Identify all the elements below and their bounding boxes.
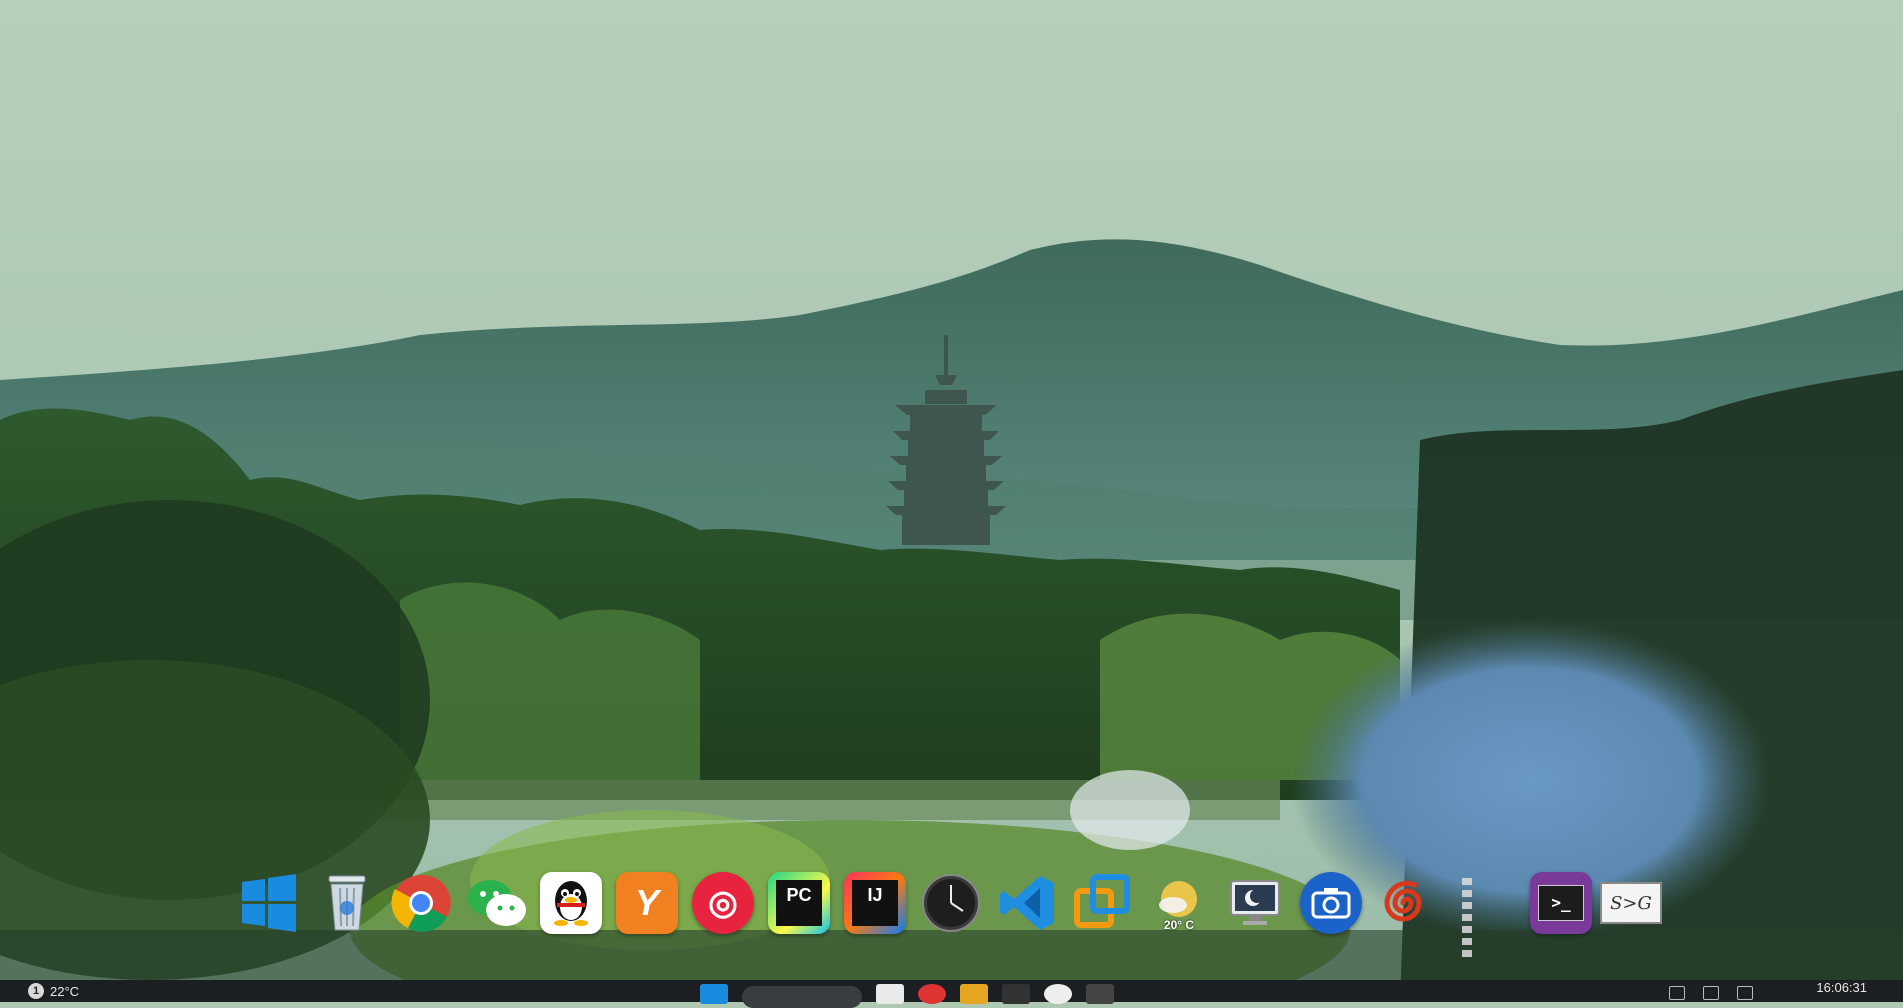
taskbar-active-app-icon[interactable] bbox=[1086, 984, 1114, 1004]
windows-logo-icon bbox=[242, 874, 296, 932]
dock-item-chrome[interactable] bbox=[390, 872, 452, 934]
tray-volume-icon[interactable] bbox=[1737, 986, 1753, 1000]
dock-item-recycle-bin[interactable] bbox=[316, 872, 378, 934]
tray-display-icon[interactable] bbox=[1669, 986, 1685, 1000]
chrome-icon bbox=[391, 874, 451, 932]
dock-item-app-y[interactable]: Y bbox=[616, 872, 678, 934]
taskbar-app-dark-icon[interactable] bbox=[1002, 984, 1030, 1004]
taskbar-start-icon[interactable] bbox=[700, 984, 728, 1004]
clock-icon bbox=[922, 874, 980, 932]
dock-item-netease-music[interactable]: ◎ bbox=[692, 872, 754, 934]
taskbar-files-icon[interactable] bbox=[876, 984, 904, 1004]
system-tray bbox=[1669, 986, 1753, 1000]
pycharm-icon: PC bbox=[786, 885, 812, 905]
wallpaper-landscape bbox=[0, 0, 1903, 1002]
wechat-icon bbox=[468, 880, 526, 926]
taskbar-weather-temp: 22°C bbox=[50, 983, 80, 999]
tray-network-icon[interactable] bbox=[1703, 986, 1719, 1000]
netease-music-icon: ◎ bbox=[708, 884, 738, 922]
desktop-wallpaper bbox=[0, 0, 1903, 1002]
weather-temp-label: 20° C bbox=[1163, 918, 1195, 932]
taskbar-app-red-icon[interactable] bbox=[918, 984, 946, 1004]
dock-item-windows-start[interactable] bbox=[238, 872, 300, 934]
dock-item-terminal[interactable]: >_ bbox=[1530, 872, 1592, 934]
camera-icon bbox=[1311, 888, 1351, 919]
spiral-icon bbox=[1384, 880, 1422, 922]
dock-item-virtualbox-style[interactable] bbox=[1072, 872, 1134, 934]
weather-badge-icon: 1 bbox=[28, 983, 44, 999]
dock-item-screensaver[interactable] bbox=[1224, 872, 1286, 934]
qq-penguin-icon bbox=[554, 881, 588, 926]
dock-item-screenshot[interactable] bbox=[1300, 872, 1362, 934]
dock-item-wechat[interactable] bbox=[466, 872, 528, 934]
windows-overlap-icon bbox=[1074, 874, 1130, 928]
taskbar-app-white-icon[interactable] bbox=[1044, 984, 1072, 1004]
taskbar-weather[interactable]: 1 22°C bbox=[28, 983, 79, 999]
taskbar-clock[interactable]: 16:06:31 bbox=[1816, 980, 1867, 995]
dock-item-spiral-app[interactable] bbox=[1376, 872, 1438, 934]
dock-item-clock[interactable] bbox=[920, 872, 982, 934]
dock-item-svg-tool[interactable]: S>G bbox=[1600, 872, 1662, 934]
dock-item-pycharm[interactable]: PC bbox=[768, 872, 830, 934]
dock-item-intellij[interactable]: IJ bbox=[844, 872, 906, 934]
vscode-icon bbox=[1000, 876, 1054, 930]
terminal-icon: >_ bbox=[1551, 893, 1571, 912]
y-app-icon: Y bbox=[634, 882, 659, 923]
intellij-icon: IJ bbox=[867, 885, 883, 905]
taskbar: 1 22°C 16:06:31 bbox=[0, 980, 1903, 1008]
taskbar-search-box[interactable] bbox=[742, 986, 862, 1008]
recycle-bin-icon bbox=[328, 875, 366, 931]
taskbar-folder-icon[interactable] bbox=[960, 984, 988, 1004]
app-dock: Y ◎ PC IJ 20° C >_ S>G bbox=[230, 872, 1662, 972]
dock-item-qq[interactable] bbox=[540, 872, 602, 934]
monitor-text-icon: S>G bbox=[1610, 892, 1652, 914]
dock-item-weather[interactable]: 20° C bbox=[1148, 872, 1210, 934]
monitor-moon-icon bbox=[1230, 880, 1280, 925]
dock-separator bbox=[1462, 878, 1472, 958]
dock-item-vscode[interactable] bbox=[996, 872, 1058, 934]
taskbar-center bbox=[700, 980, 1114, 1008]
